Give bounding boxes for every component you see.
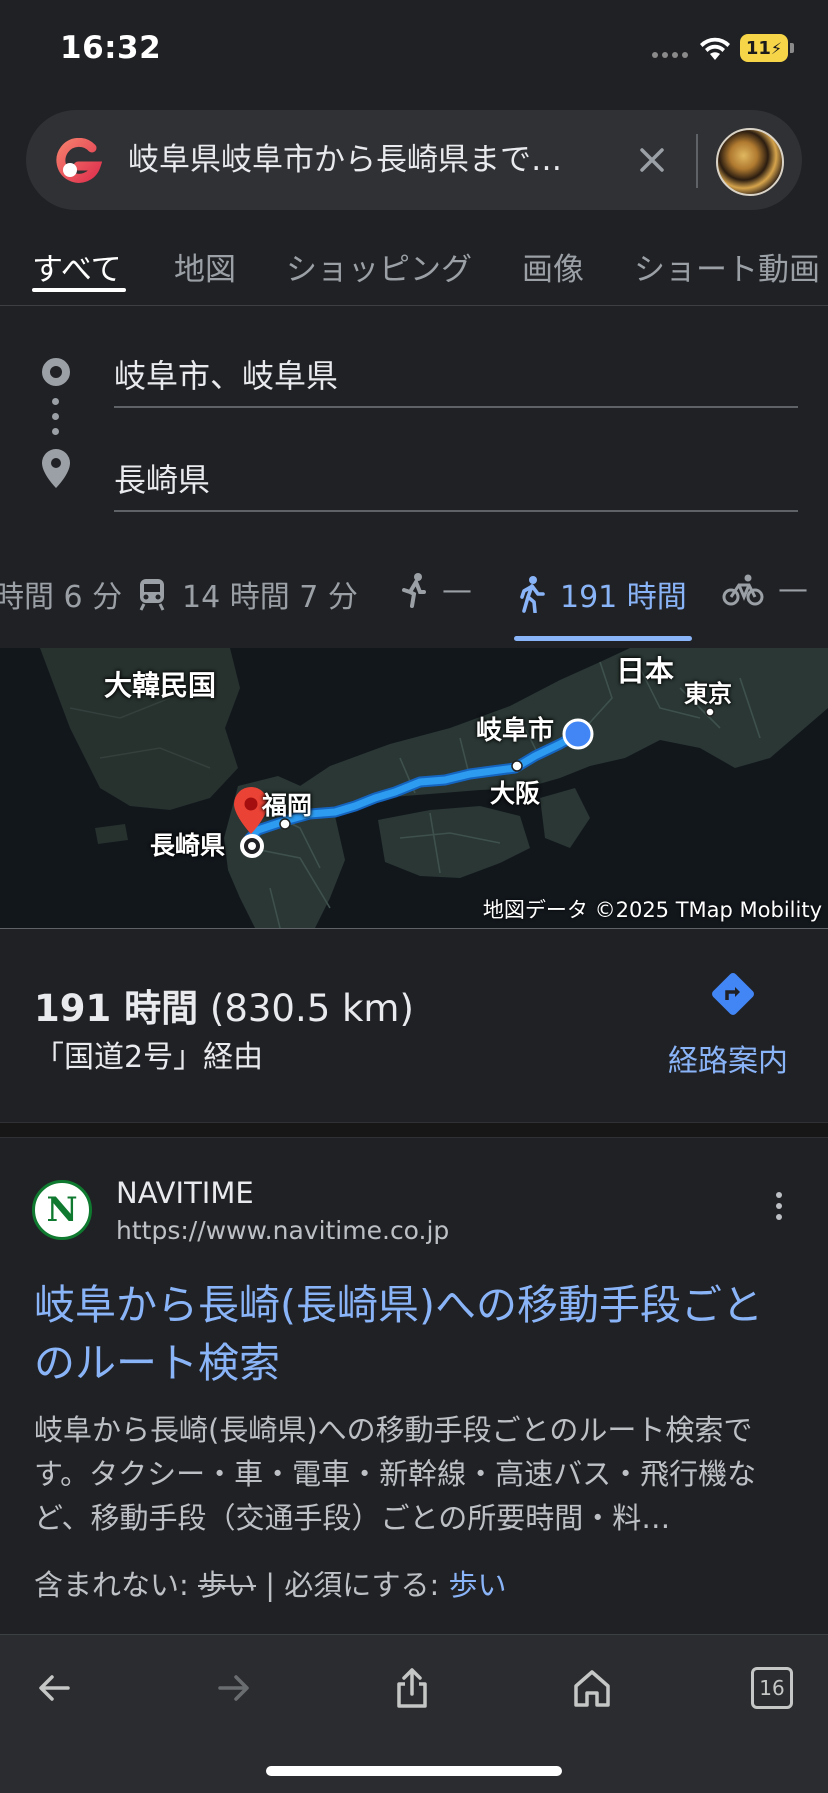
map-label-nagasaki: 長崎県 bbox=[150, 831, 226, 860]
map-label-osaka: 大阪 bbox=[490, 779, 541, 808]
section-separator bbox=[0, 1122, 828, 1138]
result-url[interactable]: https://www.navitime.co.jp bbox=[116, 1216, 449, 1245]
walk-icon bbox=[520, 576, 545, 613]
route-map[interactable]: 大韓民国 日本 東京 岐阜市 大阪 福岡 長崎県 地図データ ©2025 TMa… bbox=[0, 648, 828, 928]
rideshare-icon bbox=[402, 573, 426, 608]
result-site-name[interactable]: NAVITIME bbox=[116, 1176, 254, 1210]
route-duration: 191 時間 bbox=[34, 987, 199, 1030]
status-time: 16:32 bbox=[60, 30, 162, 66]
share-icon bbox=[397, 1668, 427, 1708]
back-button[interactable] bbox=[24, 1658, 84, 1718]
mode-bike[interactable]: — bbox=[722, 572, 808, 607]
share-button[interactable] bbox=[382, 1658, 442, 1718]
active-mode-indicator bbox=[514, 636, 692, 641]
battery-icon: 11 ⚡ bbox=[740, 34, 788, 62]
result-title-link[interactable]: 岐阜から長崎(長崎県)への移動手段ごとのルート検索 bbox=[34, 1276, 794, 1392]
cellular-signal-icon bbox=[652, 52, 688, 58]
missing-terms: 含まれない: 歩い | 必須にする: 歩い bbox=[34, 1562, 507, 1604]
clear-search-button[interactable] bbox=[630, 138, 674, 182]
battery-tip bbox=[790, 43, 794, 53]
mode-rideshare-label: — bbox=[442, 572, 472, 608]
more-options-icon[interactable] bbox=[776, 1192, 782, 1220]
google-logo-icon[interactable] bbox=[52, 137, 103, 188]
mode-transit-label: 14 時間 7 分 bbox=[182, 580, 358, 615]
home-indicator bbox=[266, 1766, 562, 1776]
travel-modes: 時間 6 分 14 時間 7 分 — 191 時間 — bbox=[0, 560, 828, 642]
tab-short-videos[interactable]: ショート動画 bbox=[634, 244, 820, 289]
mode-transit[interactable]: 14 時間 7 分 bbox=[136, 572, 358, 616]
origin-marker-icon bbox=[42, 358, 70, 386]
required-label: | 必須にする: bbox=[265, 1568, 440, 1602]
destination-field[interactable]: 長崎県 bbox=[114, 450, 798, 512]
search-tabs: すべて 地図 ショッピング 画像 ショート動画 bbox=[0, 238, 828, 306]
destination-pin-icon bbox=[40, 448, 72, 494]
mode-car-label: 時間 6 分 bbox=[0, 580, 123, 615]
battery-level: 11 bbox=[745, 37, 771, 59]
map-label-korea: 大韓民国 bbox=[104, 669, 217, 702]
mode-rideshare[interactable]: — bbox=[398, 572, 472, 608]
directions-button-label[interactable]: 経路案内 bbox=[668, 1036, 788, 1080]
missing-term: 歩い bbox=[198, 1568, 257, 1602]
mode-car[interactable]: 時間 6 分 bbox=[0, 572, 122, 616]
directions-button[interactable] bbox=[670, 970, 796, 1022]
route-via: 「国道2号」経由 bbox=[34, 1040, 264, 1075]
mode-walk-label: 191 時間 bbox=[560, 580, 687, 615]
mode-walk[interactable]: 191 時間 bbox=[516, 572, 687, 616]
tab-count: 16 bbox=[751, 1667, 793, 1709]
navitime-favicon-icon[interactable]: N bbox=[32, 1180, 92, 1240]
favicon-letter: N bbox=[46, 1190, 78, 1230]
map-label-gifu: 岐阜市 bbox=[476, 716, 555, 746]
back-arrow-icon bbox=[39, 1675, 70, 1701]
map-label-tokyo: 東京 bbox=[684, 680, 732, 708]
tabs-divider bbox=[0, 305, 828, 306]
missing-label: 含まれない: bbox=[34, 1568, 189, 1602]
forward-arrow-icon bbox=[218, 1675, 249, 1701]
result-snippet: 岐阜から長崎(長崎県)への移動手段ごとのルート検索です。タクシー・車・電車・新幹… bbox=[34, 1413, 757, 1535]
close-icon bbox=[640, 148, 664, 172]
required-term-link[interactable]: 歩い bbox=[449, 1568, 507, 1602]
map-credit: 地図データ ©2025 TMap Mobility bbox=[482, 898, 822, 922]
tab-all[interactable]: すべて bbox=[32, 244, 122, 289]
home-button[interactable] bbox=[562, 1658, 622, 1718]
mode-bike-label: — bbox=[778, 572, 808, 607]
map-divider bbox=[0, 928, 828, 929]
map-label-japan: 日本 bbox=[616, 654, 675, 688]
origin-field[interactable]: 岐阜市、岐阜県 bbox=[114, 346, 798, 408]
tab-shopping[interactable]: ショッピング bbox=[286, 244, 472, 289]
bike-icon bbox=[722, 574, 764, 605]
train-icon bbox=[139, 579, 165, 611]
forward-button[interactable] bbox=[204, 1658, 264, 1718]
wifi-icon bbox=[698, 34, 732, 66]
active-tab-indicator bbox=[32, 288, 126, 292]
home-icon bbox=[574, 1670, 610, 1707]
directions-icon bbox=[712, 973, 754, 1015]
tabs-button[interactable]: 16 bbox=[742, 1658, 802, 1718]
map-label-fukuoka: 福岡 bbox=[262, 791, 313, 820]
route-dots-icon bbox=[52, 398, 59, 435]
account-avatar[interactable] bbox=[716, 128, 784, 196]
search-divider bbox=[696, 134, 698, 188]
route-distance: (830.5 km) bbox=[209, 987, 414, 1030]
tab-maps[interactable]: 地図 bbox=[174, 244, 236, 289]
search-query[interactable]: 岐阜県岐阜市から長崎県まで… bbox=[128, 138, 608, 182]
tab-images[interactable]: 画像 bbox=[522, 244, 584, 289]
route-summary: 191 時間 (830.5 km) bbox=[34, 978, 414, 1032]
